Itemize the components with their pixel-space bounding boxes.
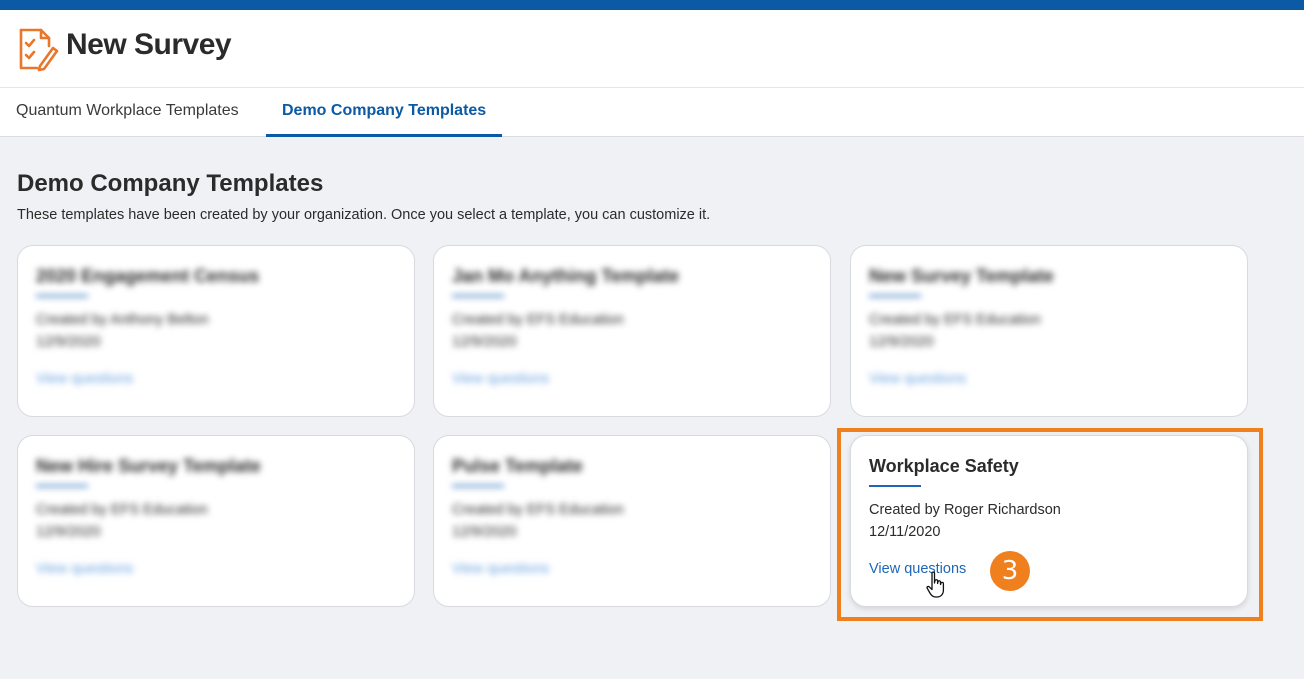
hand-pointer-icon: [926, 571, 945, 598]
card-title: 2020 Engagement Census: [36, 266, 260, 286]
view-questions-link[interactable]: View questions: [869, 371, 966, 387]
title-underline: [36, 295, 88, 297]
title-underline: [452, 485, 504, 487]
view-questions-link[interactable]: View questions: [36, 371, 133, 387]
card-author: Created by EFS Education: [452, 312, 624, 328]
card-author: Created by EFS Education: [36, 502, 208, 518]
card-meta: Created by EFS Education 12/9/2020: [452, 499, 624, 543]
step-badge: 3: [990, 551, 1030, 591]
card-title: Jan Mo Anything Template: [452, 266, 680, 286]
view-questions-link[interactable]: View questions: [36, 561, 133, 577]
tab-quantum-workplace-templates[interactable]: Quantum Workplace Templates: [0, 88, 255, 137]
card-author: Created by EFS Education: [869, 312, 1041, 328]
section-title: Demo Company Templates: [17, 170, 324, 197]
view-questions-link[interactable]: View questions: [452, 561, 549, 577]
title-underline: [36, 485, 88, 487]
page-header: New Survey: [0, 10, 1304, 88]
survey-checklist-icon: [19, 28, 59, 72]
tab-demo-company-templates[interactable]: Demo Company Templates: [266, 88, 503, 137]
top-accent-bar: [0, 0, 1304, 10]
template-card[interactable]: Jan Mo Anything Template Created by EFS …: [433, 245, 831, 417]
template-card[interactable]: Pulse Template Created by EFS Education …: [433, 435, 831, 607]
template-card[interactable]: 2020 Engagement Census Created by Anthon…: [17, 245, 415, 417]
card-author: Created by EFS Education: [452, 502, 624, 518]
card-title: Pulse Template: [452, 456, 583, 476]
card-date: 12/9/2020: [869, 334, 934, 350]
card-date: 12/9/2020: [36, 524, 101, 540]
title-underline: [869, 295, 921, 297]
view-questions-link[interactable]: View questions: [452, 371, 549, 387]
section-description: These templates have been created by you…: [17, 207, 711, 223]
template-card[interactable]: New Hire Survey Template Created by EFS …: [17, 435, 415, 607]
card-date: 12/9/2020: [36, 334, 101, 350]
tab-bar: Quantum Workplace Templates Demo Company…: [0, 88, 1304, 137]
card-meta: Created by EFS Education 12/9/2020: [452, 309, 624, 353]
highlight-box: [837, 428, 1263, 621]
card-title: New Hire Survey Template: [36, 456, 261, 476]
card-meta: Created by EFS Education 12/9/2020: [36, 499, 208, 543]
card-meta: Created by Anthony Belton 12/9/2020: [36, 309, 209, 353]
card-date: 12/9/2020: [452, 524, 517, 540]
card-title: New Survey Template: [869, 266, 1054, 286]
card-date: 12/9/2020: [452, 334, 517, 350]
card-author: Created by Anthony Belton: [36, 312, 209, 328]
template-card[interactable]: New Survey Template Created by EFS Educa…: [850, 245, 1248, 417]
card-meta: Created by EFS Education 12/9/2020: [869, 309, 1041, 353]
title-underline: [452, 295, 504, 297]
page-title: New Survey: [66, 28, 232, 61]
